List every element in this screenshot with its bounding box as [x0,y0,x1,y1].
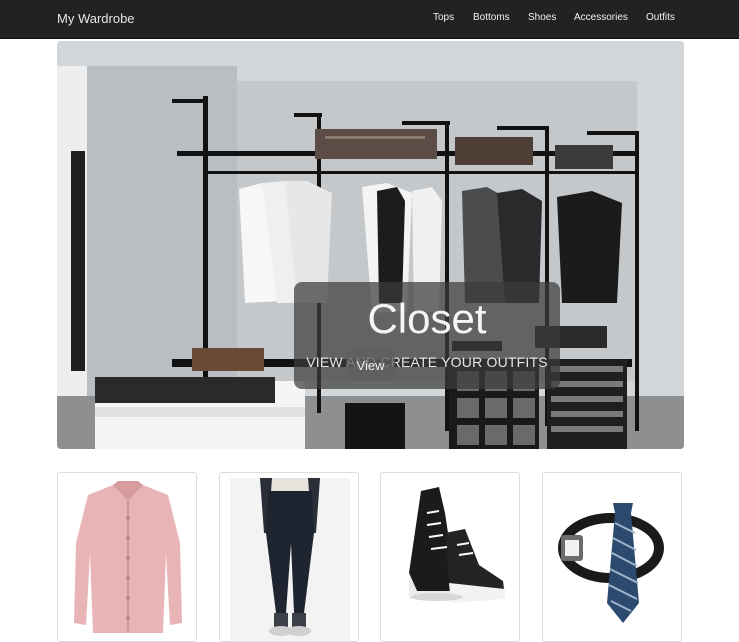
nav-link-shoes[interactable]: Shoes [528,12,556,23]
nav-link-outfits[interactable]: Outfits [646,12,675,23]
pink-shirt-icon [74,481,182,633]
closet-hero: Closet VIEW AND CREATE YOUR OUTFITS View [57,41,684,449]
navbar: My Wardrobe Tops Bottoms Shoes Accessori… [0,0,739,39]
category-card-shoes[interactable] [380,472,520,642]
nav-link-tops[interactable]: Tops [433,12,454,23]
view-closet-button[interactable]: View [346,350,395,381]
category-card-accessories[interactable] [542,472,682,642]
hero-caption: Closet VIEW AND CREATE YOUR OUTFITS [294,282,560,389]
nav-link-bottoms[interactable]: Bottoms [473,12,510,23]
hero-title: Closet [367,295,487,342]
belt-tie-icon [558,503,664,623]
nav-link-accessories[interactable]: Accessories [574,12,628,23]
hero-subtitle: VIEW AND CREATE YOUR OUTFITS [306,354,548,370]
category-card-tops[interactable] [57,472,197,642]
sneakers-icon [409,487,505,603]
category-card-bottoms[interactable] [219,472,359,642]
jeans-icon [230,478,350,641]
nav-links: Tops Bottoms Shoes Accessories Outfits [0,12,739,28]
